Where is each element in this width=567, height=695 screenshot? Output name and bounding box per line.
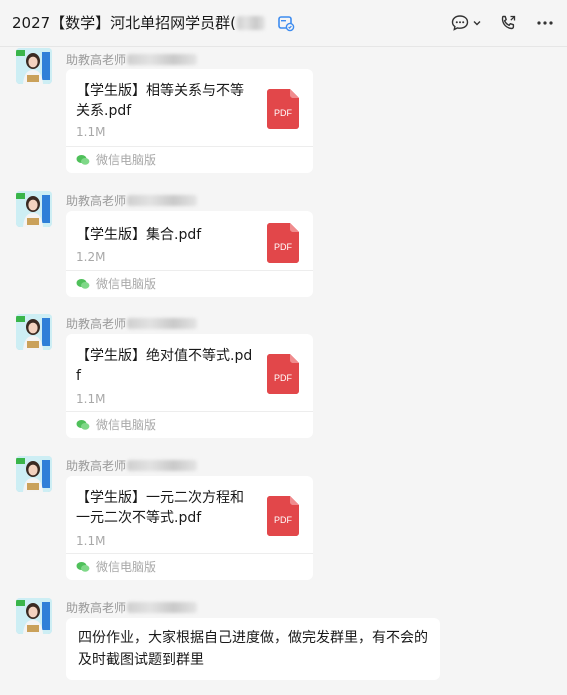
card-footer: 微信电脑版 xyxy=(66,411,313,438)
wechat-icon xyxy=(76,420,90,430)
sender-name: 助教高老师 xyxy=(66,458,198,474)
avatar[interactable] xyxy=(16,598,52,634)
chat-header: 2027【数学】河北单招网学员群( xyxy=(0,0,567,47)
file-name: 【学生版】绝对值不等式.pdf xyxy=(76,348,253,384)
pdf-label: PDF xyxy=(274,373,293,383)
avatar[interactable] xyxy=(16,48,52,84)
card-footer: 微信电脑版 xyxy=(66,553,313,580)
voice-call-button[interactable] xyxy=(497,12,519,34)
source-label: 微信电脑版 xyxy=(96,418,157,432)
enterprise-badge-icon xyxy=(278,16,295,32)
pdf-label: PDF xyxy=(274,242,293,252)
more-options-button[interactable] xyxy=(534,12,556,34)
teacher-avatar-image xyxy=(16,191,52,227)
sender-name: 助教高老师 xyxy=(66,52,198,68)
file-size: 1.2M xyxy=(76,250,106,264)
wechat-icon xyxy=(76,562,90,572)
pdf-file-icon: PDF xyxy=(267,223,299,263)
file-name: 【学生版】一元二次方程和一元二次不等式.pdf xyxy=(76,490,244,526)
teacher-avatar-image xyxy=(16,48,52,84)
chevron-down-icon xyxy=(473,21,481,26)
pdf-label: PDF xyxy=(274,515,293,525)
chat-options-dropdown[interactable] xyxy=(471,12,483,34)
source-label: 微信电脑版 xyxy=(96,153,157,167)
file-name: 【学生版】集合.pdf xyxy=(76,227,202,243)
source-label: 微信电脑版 xyxy=(96,560,157,574)
sender-name: 助教高老师 xyxy=(66,316,198,332)
chat-title-text: 2027【数学】河北单招网学员群( xyxy=(12,14,237,32)
redacted-id xyxy=(127,602,198,613)
avatar[interactable] xyxy=(16,191,52,227)
text-message-bubble[interactable]: 四份作业，大家根据自己进度做，做完发群里，有不会的及时截图试题到群里 xyxy=(66,618,440,680)
chat-bubble-button[interactable] xyxy=(449,12,471,34)
redacted-id xyxy=(127,318,198,329)
avatar[interactable] xyxy=(16,314,52,350)
card-footer: 微信电脑版 xyxy=(66,270,313,297)
teacher-avatar-image xyxy=(16,598,52,634)
wechat-icon xyxy=(76,279,90,289)
redacted-member-count xyxy=(237,16,266,30)
wechat-icon xyxy=(76,155,90,165)
redacted-id xyxy=(127,54,198,65)
redacted-id xyxy=(127,195,198,206)
more-icon xyxy=(537,21,553,25)
pdf-label: PDF xyxy=(274,108,293,118)
chat-title[interactable]: 2027【数学】河北单招网学员群( xyxy=(12,13,295,33)
teacher-avatar-image xyxy=(16,314,52,350)
file-card[interactable]: 【学生版】绝对值不等式.pdf 1.1M PDF 微信电脑版 xyxy=(66,334,313,438)
pdf-file-icon: PDF xyxy=(267,496,299,536)
sender-name: 助教高老师 xyxy=(66,193,198,209)
sender-name: 助教高老师 xyxy=(66,600,198,616)
chat-bubble-icon xyxy=(451,15,469,31)
card-footer: 微信电脑版 xyxy=(66,146,313,173)
pdf-file-icon: PDF xyxy=(267,354,299,394)
file-size: 1.1M xyxy=(76,534,106,548)
pdf-file-icon: PDF xyxy=(267,89,299,129)
file-card[interactable]: 【学生版】集合.pdf 1.2M PDF 微信电脑版 xyxy=(66,211,313,297)
file-size: 1.1M xyxy=(76,392,106,406)
file-name: 【学生版】相等关系与不等关系.pdf xyxy=(76,83,244,119)
file-card[interactable]: 【学生版】相等关系与不等关系.pdf 1.1M PDF 微信电脑版 xyxy=(66,69,313,173)
file-size: 1.1M xyxy=(76,125,106,139)
source-label: 微信电脑版 xyxy=(96,277,157,291)
file-card[interactable]: 【学生版】一元二次方程和一元二次不等式.pdf 1.1M PDF 微信电脑版 xyxy=(66,476,313,580)
phone-call-icon xyxy=(501,15,516,30)
teacher-avatar-image xyxy=(16,456,52,492)
redacted-id xyxy=(127,460,198,471)
avatar[interactable] xyxy=(16,456,52,492)
